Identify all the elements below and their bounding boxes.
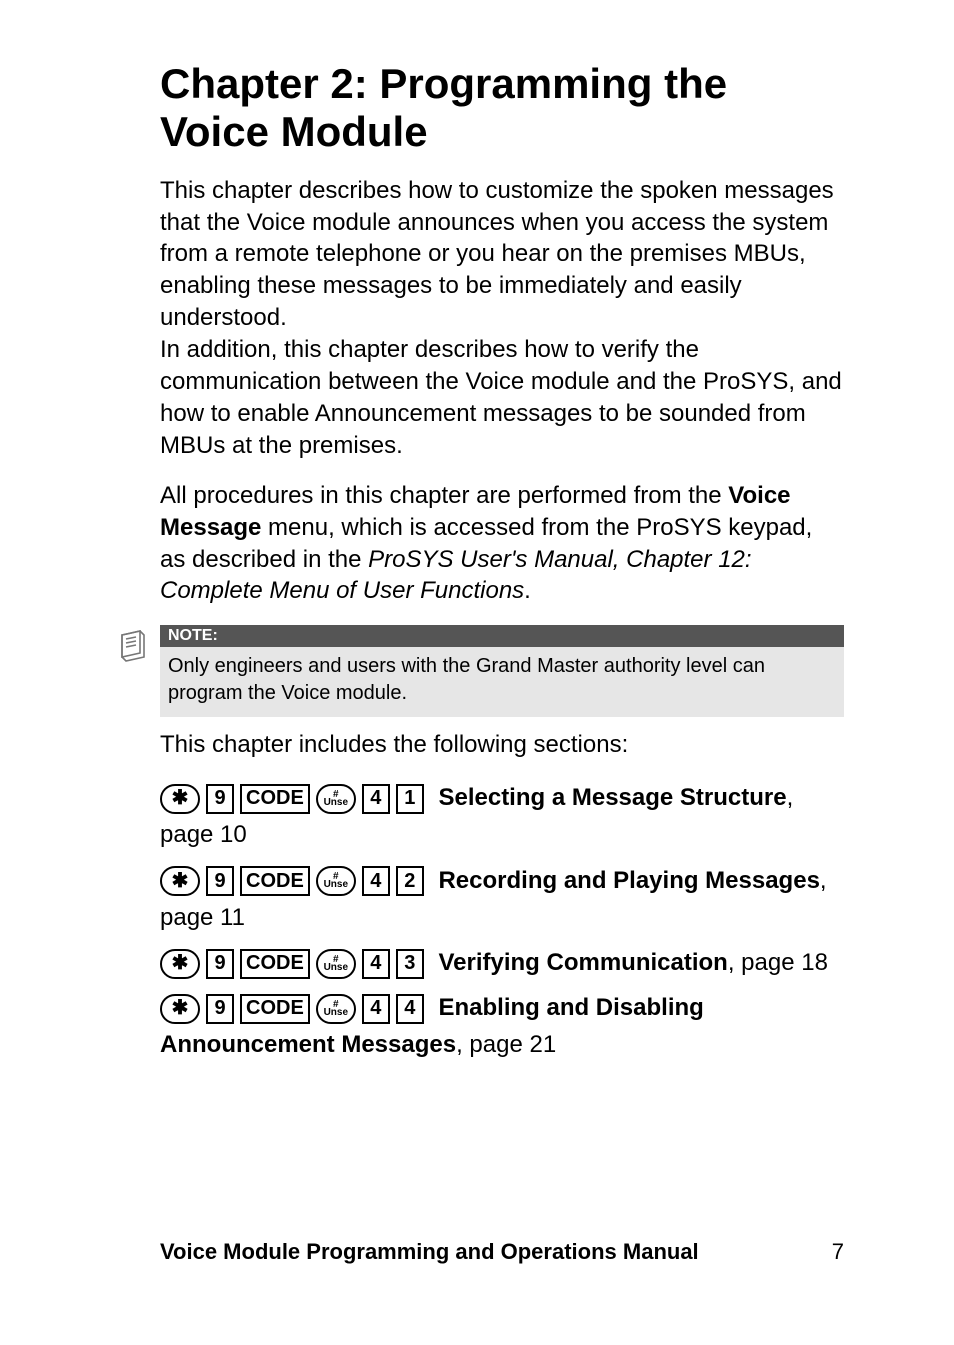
key-sequence: ✱ 9 CODE #Unse 4 3 — [160, 949, 424, 979]
intro-paragraph-1: This chapter describes how to customize … — [160, 175, 844, 462]
key-code: CODE — [240, 866, 310, 896]
toc-entry-1: ✱ 9 CODE #Unse 4 1 Selecting a Message S… — [160, 779, 844, 853]
key-hash-icon: #Unse — [316, 994, 356, 1024]
footer-page-number: 7 — [832, 1239, 844, 1265]
key-star-icon: ✱ — [160, 994, 200, 1024]
toc-entry-2: ✱ 9 CODE #Unse 4 2 Recording and Playing… — [160, 862, 844, 936]
key-4: 4 — [362, 949, 390, 979]
key-4: 4 — [362, 784, 390, 814]
key-star-icon: ✱ — [160, 784, 200, 814]
key-9: 9 — [206, 784, 234, 814]
key-code: CODE — [240, 784, 310, 814]
toc-entry-3: ✱ 9 CODE #Unse 4 3 Verifying Communicati… — [160, 944, 844, 981]
key-code: CODE — [240, 949, 310, 979]
manual-page: Chapter 2: Programming the Voice Module … — [0, 0, 954, 1345]
key-sequence: ✱ 9 CODE #Unse 4 1 — [160, 784, 424, 814]
key-last-digit: 1 — [396, 784, 424, 814]
key-4: 4 — [362, 994, 390, 1024]
key-sequence: ✱ 9 CODE #Unse 4 2 — [160, 866, 424, 896]
toc-entry-4: ✱ 9 CODE #Unse 4 4 Enabling and Disablin… — [160, 989, 844, 1063]
key-star-icon: ✱ — [160, 866, 200, 896]
sections-intro: This chapter includes the following sect… — [160, 729, 844, 761]
page-footer: Voice Module Programming and Operations … — [160, 1239, 844, 1265]
p2-lead: All procedures in this chapter are perfo… — [160, 482, 728, 509]
note-icon — [116, 625, 152, 668]
note-block: NOTE: Only engineers and users with the … — [116, 625, 844, 717]
intro-1b: In addition, this chapter describes how … — [160, 336, 842, 459]
intro-1a: This chapter describes how to customize … — [160, 177, 834, 332]
intro-paragraph-2: All procedures in this chapter are perfo… — [160, 480, 844, 608]
toc-page: , page 18 — [728, 949, 828, 976]
chapter-title: Chapter 2: Programming the Voice Module — [160, 60, 844, 157]
note-text: Only engineers and users with the Grand … — [160, 647, 844, 717]
key-sequence: ✱ 9 CODE #Unse 4 4 — [160, 994, 424, 1024]
key-4: 4 — [362, 866, 390, 896]
key-last-digit: 3 — [396, 949, 424, 979]
p2-end: . — [524, 577, 531, 604]
key-9: 9 — [206, 866, 234, 896]
key-code: CODE — [240, 994, 310, 1024]
note-box: NOTE: Only engineers and users with the … — [160, 625, 844, 717]
toc-page: , page 21 — [456, 1031, 556, 1058]
note-label: NOTE: — [160, 625, 844, 647]
key-hash-icon: #Unse — [316, 784, 356, 814]
key-hash-icon: #Unse — [316, 949, 356, 979]
key-9: 9 — [206, 994, 234, 1024]
footer-title: Voice Module Programming and Operations … — [160, 1239, 699, 1265]
key-last-digit: 4 — [396, 994, 424, 1024]
toc-title: Selecting a Message Structure — [438, 784, 786, 811]
toc-title: Verifying Communication — [438, 949, 727, 976]
key-hash-icon: #Unse — [316, 866, 356, 896]
toc-title: Recording and Playing Messages — [438, 867, 819, 894]
key-star-icon: ✱ — [160, 949, 200, 979]
key-last-digit: 2 — [396, 866, 424, 896]
key-9: 9 — [206, 949, 234, 979]
